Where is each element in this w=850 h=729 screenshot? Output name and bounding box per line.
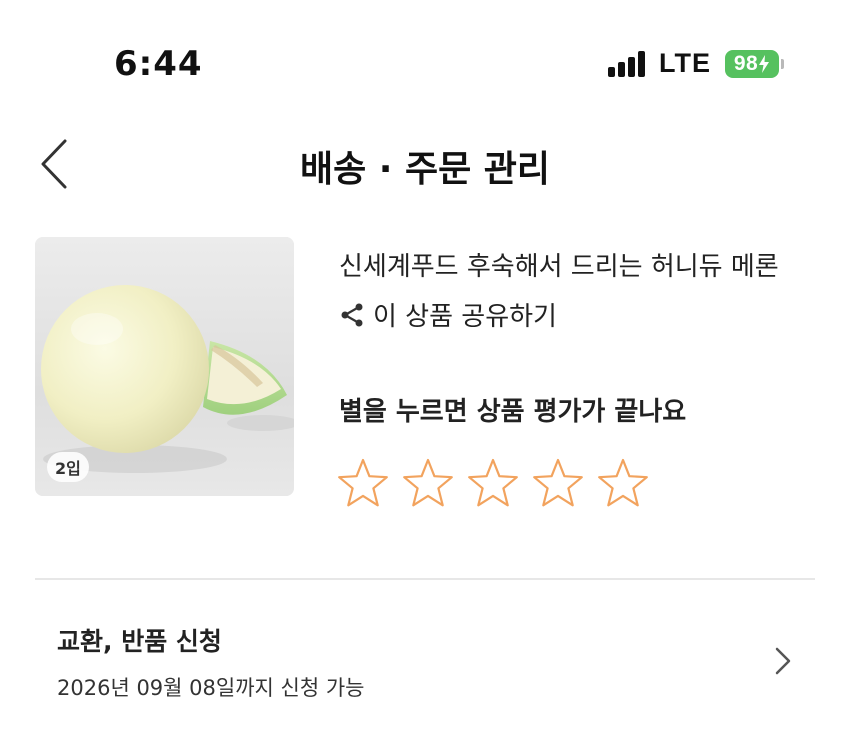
share-icon <box>341 303 363 326</box>
star-icon-3[interactable] <box>465 456 521 512</box>
chevron-right-icon <box>775 647 791 675</box>
status-indicators: LTE 98 <box>608 48 784 79</box>
page-title: 배송 · 주문 관리 <box>300 149 550 190</box>
return-title: 교환, 반품 신청 <box>57 627 222 656</box>
divider <box>35 578 815 580</box>
star-icon-2[interactable] <box>400 456 456 512</box>
battery-level: 98 <box>725 49 779 78</box>
product-image[interactable]: 2입 <box>35 237 294 496</box>
return-deadline: 2026년 09월 08일까지 신청 가능 <box>57 676 365 700</box>
star-icon-5[interactable] <box>595 456 651 512</box>
signal-icon <box>608 50 645 77</box>
count-badge: 2입 <box>47 452 89 482</box>
star-icon-1[interactable] <box>335 456 391 512</box>
network-type: LTE <box>659 48 711 78</box>
charging-bolt-icon <box>759 54 770 73</box>
star-icon-4[interactable] <box>530 456 586 512</box>
share-label: 이 상품 공유하기 <box>373 302 557 332</box>
share-button[interactable]: 이 상품 공유하기 <box>339 296 557 333</box>
product-name[interactable]: 신세계푸드 후숙해서 드리는 허니듀 메론 <box>339 246 779 283</box>
battery-icon: 98 <box>725 49 784 78</box>
star-rating[interactable] <box>335 456 660 512</box>
status-time: 6:44 <box>114 44 203 84</box>
rating-prompt: 별을 누르면 상품 평가가 끝나요 <box>339 397 687 427</box>
return-exchange-row[interactable]: 교환, 반품 신청 2026년 09월 08일까지 신청 가능 <box>0 600 850 710</box>
